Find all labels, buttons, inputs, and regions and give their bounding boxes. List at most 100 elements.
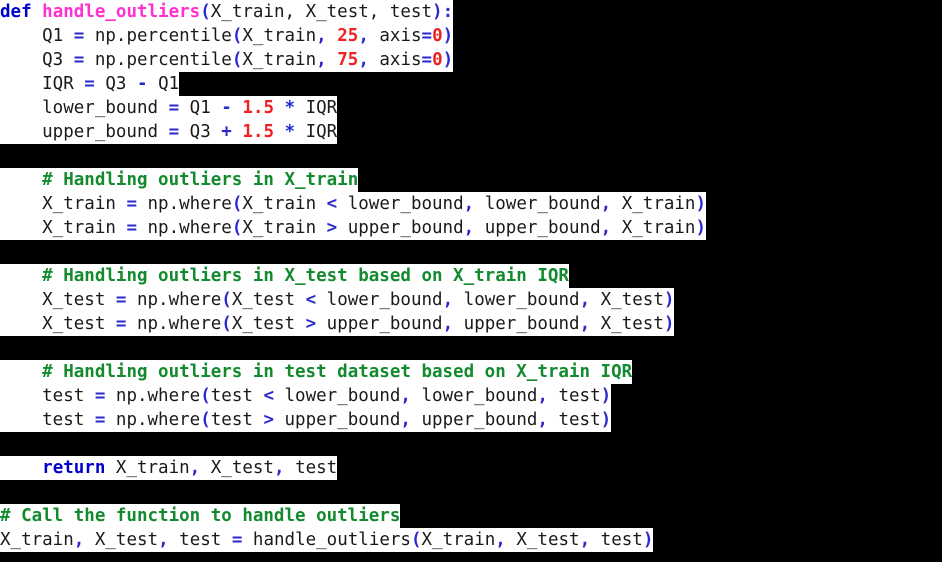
code-token-punc: ,: [579, 290, 591, 310]
code-token-punc: ,: [600, 194, 612, 214]
code-token-id: test: [284, 458, 338, 478]
code-token-punc: ,: [316, 50, 327, 70]
code-token-punc: ,: [579, 314, 591, 334]
code-token-punc: ,: [537, 386, 548, 406]
code-token-punc: ,: [600, 218, 612, 238]
code-token-id: axis: [368, 26, 422, 46]
code-token-id: test: [547, 386, 601, 406]
code-line: X_train = np.where(X_train < lower_bound…: [0, 192, 942, 216]
code-token-id: upper_bound: [410, 410, 538, 430]
code-token-punc: ): [600, 410, 612, 430]
code-token-id: test: [547, 410, 601, 430]
code-token-op: =: [73, 26, 85, 46]
code-token-id: X_train: [105, 458, 190, 478]
code-token-punc: (: [221, 290, 232, 310]
code-line: def handle_outliers(X_train, X_test, tes…: [0, 0, 942, 24]
code-token-id: Q1: [179, 98, 222, 118]
code-line-text: # Handling outliers in X_train: [0, 168, 359, 192]
code-token-op: =: [115, 314, 127, 334]
code-token-op: >: [263, 410, 274, 430]
code-token-punc: ,: [463, 194, 475, 214]
code-token-id: upper_bound: [273, 410, 401, 430]
code-token-id: X_train: [611, 194, 696, 214]
code-token-id: np.where: [126, 314, 222, 334]
code-token-num: 0: [432, 50, 443, 70]
code-token-punc: ): [442, 50, 454, 70]
code-token-id: test: [0, 410, 95, 430]
code-token-punc: ): [600, 386, 612, 406]
code-line-text: def handle_outliers(X_train, X_test, tes…: [0, 0, 454, 24]
code-token-op: =: [168, 122, 180, 142]
code-token-id: Q3: [0, 50, 74, 70]
code-token-id: X_train: [242, 218, 327, 238]
code-token-punc: ,: [316, 26, 327, 46]
code-line-text: X_train = np.where(X_train > upper_bound…: [0, 216, 707, 240]
code-token-id: np.percentile: [84, 50, 232, 70]
code-token-op: =: [115, 290, 127, 310]
code-token-id: X_test: [590, 314, 664, 334]
code-token-op: =: [231, 530, 243, 550]
code-token-fn: handle_outliers: [42, 2, 201, 22]
code-token-id: np.where: [105, 386, 201, 406]
code-line: test = np.where(test > upper_bound, uppe…: [0, 408, 942, 432]
code-token-punc: (: [231, 26, 243, 46]
code-token-cmt: # Handling outliers in test dataset base…: [42, 362, 633, 382]
code-token-punc: ,: [400, 410, 411, 430]
code-line: IQR = Q3 - Q1: [0, 72, 942, 96]
code-line-text: IQR = Q3 - Q1: [0, 72, 180, 96]
code-line-text: Q1 = np.percentile(X_train, 25, axis=0): [0, 24, 454, 48]
code-token-num: 0: [432, 26, 443, 46]
code-token-punc: ,: [442, 314, 454, 334]
code-token-id: IQR: [295, 98, 338, 118]
code-token-punc: (: [200, 410, 211, 430]
code-token-punc: ): [442, 26, 454, 46]
code-token-punc: (: [200, 386, 211, 406]
code-token-op: <: [326, 194, 338, 214]
code-line: return X_train, X_test, test: [0, 456, 942, 480]
code-token-punc: :: [442, 2, 454, 22]
code-token-id: handle_outliers: [242, 530, 411, 550]
code-token-punc: ,: [537, 410, 548, 430]
code-line: Q1 = np.percentile(X_train, 25, axis=0): [0, 24, 942, 48]
code-line-text: # Handling outliers in test dataset base…: [0, 360, 633, 384]
code-token-id: X_test: [590, 290, 664, 310]
code-token-cmt: # Handling outliers in X_test based on X…: [42, 266, 569, 286]
code-token-op: =: [421, 50, 433, 70]
code-token-op: =: [94, 386, 106, 406]
code-line-text: X_test = np.where(X_test > upper_bound, …: [0, 312, 675, 336]
code-line: X_test = np.where(X_test < lower_bound, …: [0, 288, 942, 312]
code-token-kw: return: [42, 458, 106, 478]
code-token-id: X_test: [505, 530, 580, 550]
code-token-id: X_train: [421, 530, 496, 550]
code-token-num: 25: [337, 26, 359, 46]
code-token-punc: (: [231, 194, 243, 214]
code-token-id: upper_bound: [0, 122, 169, 142]
code-token-op: *: [284, 98, 296, 118]
code-token-punc: ): [642, 530, 654, 550]
code-line: test = np.where(test < lower_bound, lowe…: [0, 384, 942, 408]
code-token-id: test: [590, 530, 643, 550]
code-token-punc: ,: [358, 50, 369, 70]
code-token-id: upper_bound: [337, 218, 464, 238]
code-line: X_train, X_test, test = handle_outliers(…: [0, 528, 942, 552]
code-token-id: np.where: [136, 194, 232, 214]
code-line-text: lower_bound = Q1 - 1.5 * IQR: [0, 96, 338, 120]
code-token-id: Q1: [0, 26, 74, 46]
code-token-id: X_train: [611, 218, 696, 238]
code-token-id: X_test: [0, 314, 116, 334]
code-token-op: =: [73, 50, 85, 70]
code-token-op: =: [126, 194, 137, 214]
code-token-id: lower_bound: [410, 386, 538, 406]
code-line: # Handling outliers in X_test based on X…: [0, 264, 942, 288]
code-line-text: X_train = np.where(X_train < lower_bound…: [0, 192, 707, 216]
